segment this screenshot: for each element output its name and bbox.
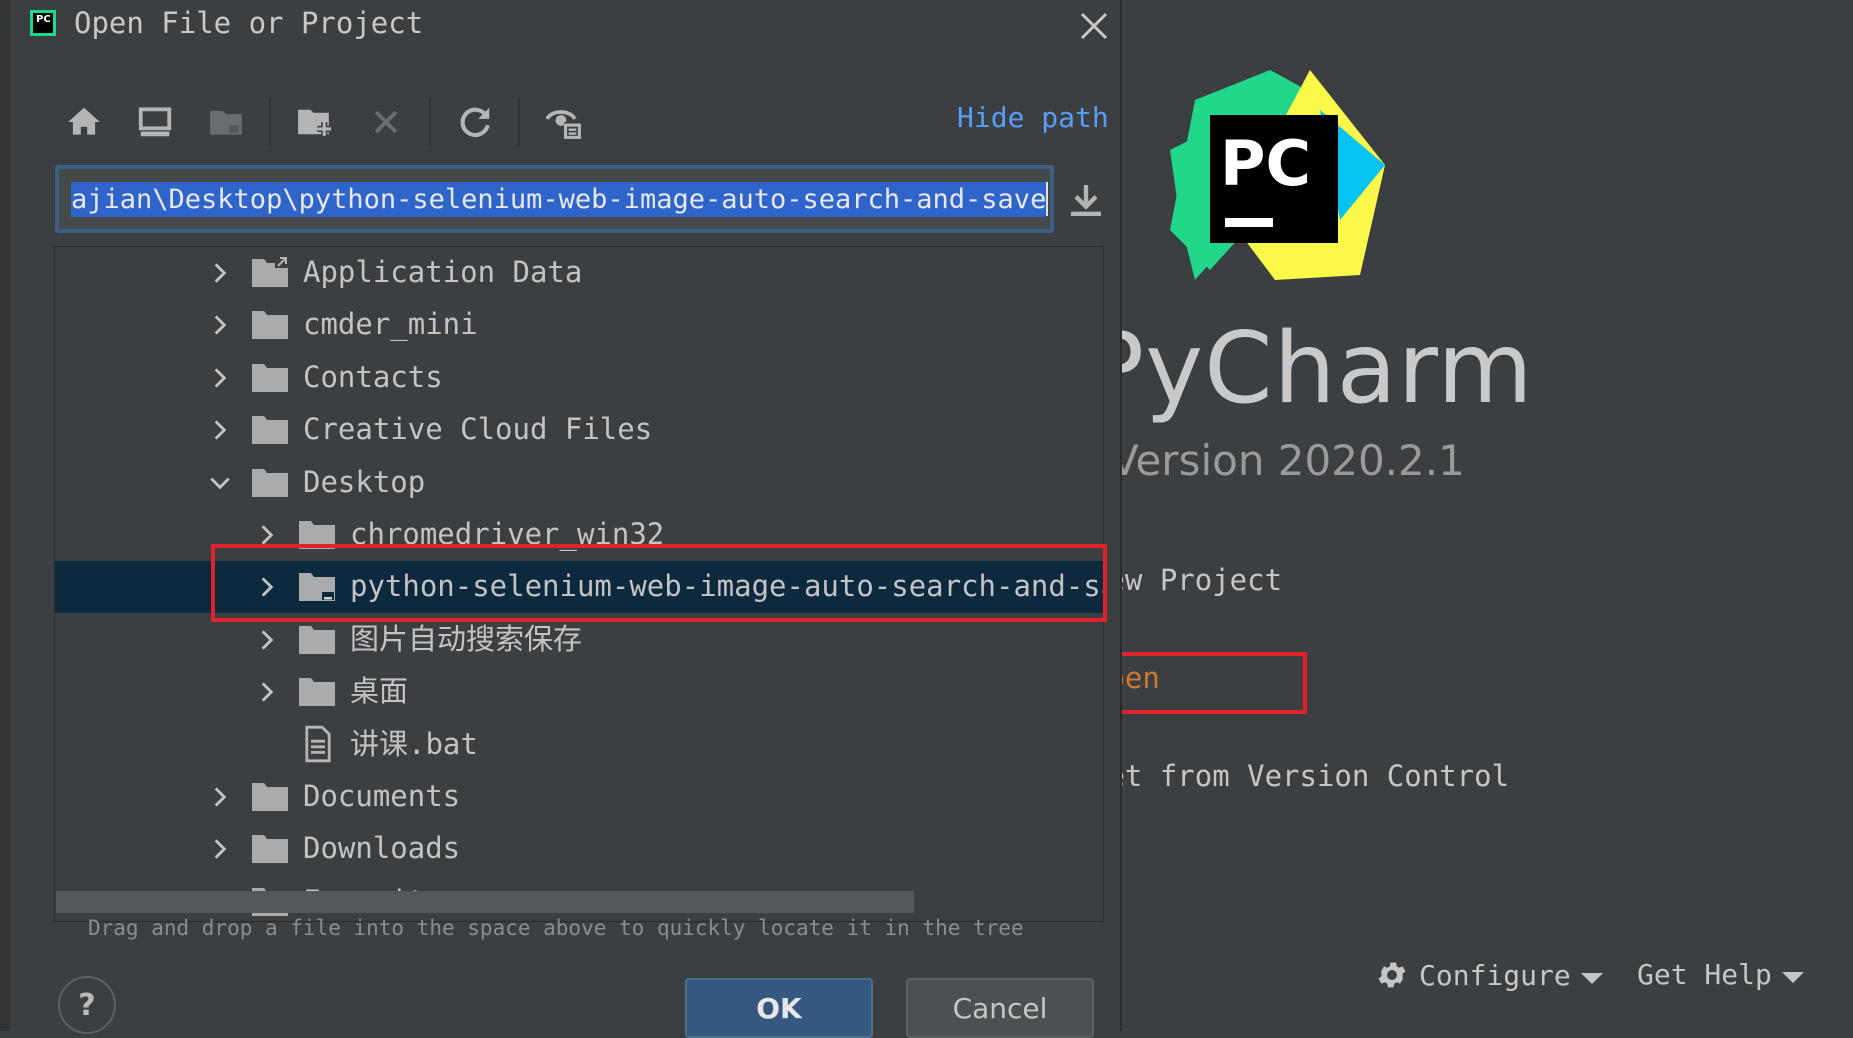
delete-icon	[374, 110, 398, 134]
toolbar-separator	[518, 98, 520, 146]
folder-icon	[252, 311, 288, 340]
folder-icon	[252, 416, 288, 445]
tree-row[interactable]: cmder_mini	[55, 299, 1103, 351]
tree-row[interactable]: Creative Cloud Files	[55, 404, 1103, 456]
chevron-right-icon[interactable]	[207, 784, 233, 810]
text-caret	[1046, 182, 1049, 216]
cancel-button[interactable]: Cancel	[906, 978, 1094, 1038]
tree-item-label: 桌面	[350, 674, 409, 709]
app-name: PyCharm	[1085, 312, 1534, 426]
home-button[interactable]	[62, 100, 106, 144]
chevron-right-icon[interactable]	[207, 312, 233, 338]
folder-icon	[299, 678, 335, 707]
chevron-right-icon[interactable]	[207, 365, 233, 391]
show-hidden-files-icon	[545, 110, 581, 139]
gear-icon	[1378, 962, 1406, 988]
toolbar-separator	[269, 98, 271, 146]
app-version: Version 2020.2.1	[1110, 436, 1465, 485]
tree-row[interactable]: 讲课.bat	[55, 719, 1103, 771]
tree-item-label: 讲课.bat	[350, 726, 478, 761]
chevron-down-icon	[1781, 972, 1804, 983]
tree-row[interactable]: Desktop	[55, 457, 1103, 509]
chevron-right-icon[interactable]	[207, 836, 233, 862]
refresh-icon	[460, 107, 490, 138]
delete-button	[364, 100, 408, 144]
pycharm-app-icon: PC	[30, 10, 56, 36]
open-file-dialog: PC Open File or Project Hide path ajian\…	[10, 0, 1122, 1038]
new-folder-button[interactable]	[293, 100, 337, 144]
configure-label: Configure	[1419, 958, 1571, 992]
logo-text: PC	[1220, 127, 1311, 200]
tree-item-label: Contacts	[303, 359, 443, 394]
desktop-icon	[138, 107, 172, 137]
chevron-right-icon[interactable]	[207, 260, 233, 286]
project-folder-icon	[210, 110, 242, 135]
horizontal-scrollbar[interactable]	[56, 891, 914, 913]
project-button	[204, 100, 248, 144]
dialog-toolbar	[62, 98, 613, 146]
close-icon[interactable]	[1074, 6, 1114, 46]
chevron-right-icon[interactable]	[254, 627, 280, 653]
tree-item-label: cmder_mini	[303, 307, 478, 342]
pycharm-logo: PC	[1170, 70, 1385, 280]
tree-row[interactable]: Contacts	[55, 352, 1103, 404]
chevron-right-icon[interactable]	[254, 679, 280, 705]
desktop-button[interactable]	[133, 100, 177, 144]
tree-item-label: Documents	[303, 779, 461, 813]
refresh-button[interactable]	[453, 100, 497, 144]
tree-item-label: Downloads	[303, 831, 461, 866]
dialog-title: Open File or Project	[74, 6, 424, 40]
selected-item-highlight-box	[211, 544, 1107, 622]
folder-icon	[252, 783, 288, 811]
window-edge	[0, 0, 10, 1031]
folder-icon	[252, 363, 288, 392]
home-icon	[68, 107, 100, 135]
file-icon	[305, 725, 331, 762]
tree-row[interactable]: Documents	[55, 771, 1103, 823]
new-folder-icon	[298, 109, 332, 136]
download-icon[interactable]	[1066, 180, 1106, 220]
ok-button[interactable]: OK	[685, 978, 873, 1038]
path-input[interactable]: ajian\Desktop\python-selenium-web-image-…	[55, 165, 1054, 233]
dialog-titlebar: PC Open File or Project	[30, 6, 423, 40]
folder-icon	[252, 835, 288, 864]
tree-item-label: 图片自动搜索保存	[350, 621, 583, 656]
show-hidden-button[interactable]	[542, 100, 586, 144]
tree-row[interactable]: Application Data	[55, 247, 1103, 299]
configure-menu[interactable]: Configure	[1375, 958, 1603, 992]
help-button[interactable]: ?	[58, 976, 116, 1034]
get-help-label: Get Help	[1637, 958, 1772, 991]
folder-link-icon	[252, 256, 289, 287]
chevron-down-icon	[1580, 972, 1603, 984]
tree-item-label: Application Data	[303, 255, 583, 289]
chevron-down-icon[interactable]	[207, 470, 233, 496]
folder-icon	[299, 625, 335, 654]
chevron-right-icon[interactable]	[207, 417, 233, 443]
tree-row[interactable]: Downloads	[55, 823, 1103, 875]
folder-icon	[252, 468, 288, 497]
hide-path-link[interactable]: Hide path	[957, 101, 1109, 134]
path-input-value: ajian\Desktop\python-selenium-web-image-…	[71, 181, 1047, 217]
toolbar-separator	[429, 98, 431, 146]
tree-item-label: Desktop	[303, 464, 426, 499]
tree-row[interactable]: 桌面	[55, 666, 1103, 718]
drag-drop-hint: Drag and drop a file into the space abov…	[88, 916, 1024, 940]
get-from-vcs-link[interactable]: Get from Version Control	[1090, 762, 1509, 791]
tree-item-label: Creative Cloud Files	[303, 412, 653, 447]
get-help-menu[interactable]: Get Help	[1637, 958, 1804, 991]
